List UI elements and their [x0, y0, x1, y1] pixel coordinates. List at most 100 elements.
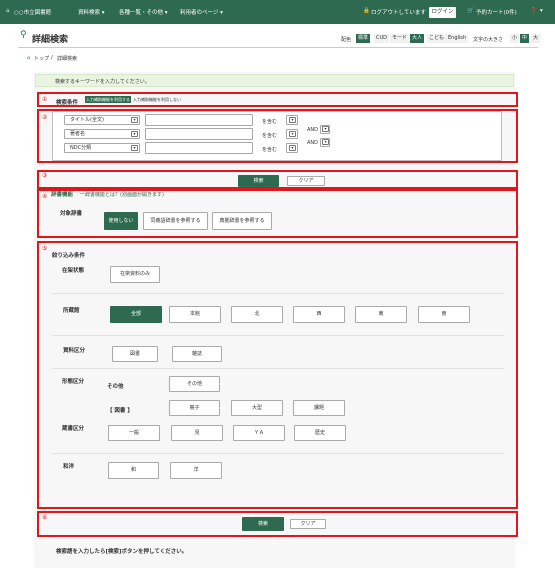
dictionary-help-link[interactable]: 一辞書機能とは？(別画面が開きます): [80, 191, 164, 198]
clear-button[interactable]: クリア: [287, 176, 325, 186]
form-label: 形態区分: [62, 379, 85, 385]
location-north-button[interactable]: 北: [231, 306, 283, 323]
dictionary-none-button[interactable]: 使用しない: [104, 212, 138, 230]
dictionary-target-label: 対象辞書: [60, 211, 83, 217]
match-label-2: を含む: [262, 133, 278, 139]
fontsize-large[interactable]: 大: [531, 34, 541, 43]
menu-search[interactable]: 資料検索 ▾: [78, 8, 105, 16]
divider: [52, 293, 504, 294]
login-button[interactable]: ログイン: [429, 7, 456, 18]
help-dropdown[interactable]: ▾: [540, 8, 543, 14]
field-select-3[interactable]: NDC分類 ▾: [64, 143, 140, 153]
search-condition-label: 検索条件: [56, 100, 79, 106]
keyword-input-2[interactable]: [145, 128, 253, 140]
marker-4: ④: [42, 193, 48, 200]
lang-japanese-button[interactable]: 和: [108, 462, 159, 479]
operator-label-1: AND: [307, 127, 319, 133]
form-other-button[interactable]: その他: [169, 376, 220, 392]
stock-available-button[interactable]: 在架資料のみ: [110, 266, 160, 283]
chevron-down-icon: ▾: [131, 131, 138, 137]
match-label-1: を含む: [262, 119, 278, 125]
help-icon[interactable]: ❓: [530, 8, 537, 14]
marker-2: ②: [42, 114, 48, 121]
form-booklet-button[interactable]: 冊子: [169, 400, 220, 416]
form-large-button[interactable]: 大型: [231, 400, 283, 416]
chevron-down-icon: ▾: [289, 117, 296, 123]
menu-user[interactable]: 利用者のページ ▾: [180, 8, 223, 16]
fontsize-small[interactable]: 小: [510, 34, 520, 43]
notice-text: 検索するキーワードを入力してください。: [55, 79, 150, 85]
marker-3: ③: [42, 172, 48, 179]
search-button-bottom[interactable]: 検索: [242, 517, 284, 531]
color-label: 配色: [341, 37, 352, 43]
shelf-general-button[interactable]: 一般: [108, 425, 160, 441]
breadcrumb-home[interactable]: トップ: [34, 55, 49, 62]
form-assignment-button[interactable]: 課題: [293, 400, 345, 416]
material-magazine-button[interactable]: 雑誌: [172, 346, 222, 362]
home-icon[interactable]: ⌂: [27, 55, 30, 61]
material-label: 資料区分: [63, 348, 86, 354]
location-all-button[interactable]: 全部: [110, 306, 162, 323]
shelf-children-button[interactable]: 児: [171, 425, 223, 441]
lang-english[interactable]: English: [446, 34, 469, 43]
fontsize-medium[interactable]: 中: [520, 34, 530, 43]
location-main-button[interactable]: 本館: [169, 306, 221, 323]
material-book-button[interactable]: 図書: [112, 346, 158, 362]
location-south-button[interactable]: 南: [418, 306, 470, 323]
stock-label: 在架状態: [62, 268, 85, 274]
divider: [52, 335, 504, 336]
cart-link[interactable]: 予約カート(0件): [476, 8, 517, 16]
search-icon: ⚲: [20, 30, 27, 40]
dictionary-synonym-button[interactable]: 同義語辞書を参照する: [143, 212, 208, 230]
operator-select-1[interactable]: ▾: [320, 125, 330, 134]
clear-button-bottom[interactable]: クリア: [290, 519, 326, 529]
form-other-label: その他: [107, 384, 124, 390]
match-label-3: を含む: [262, 147, 278, 153]
lang-kids[interactable]: こども: [427, 34, 447, 43]
keyword-input-1[interactable]: [145, 114, 253, 126]
color-standard[interactable]: 標準: [356, 34, 371, 43]
cart-icon[interactable]: 🛒: [467, 8, 474, 14]
lang-western-button[interactable]: 洋: [170, 462, 222, 479]
home-icon[interactable]: ⌂: [6, 8, 10, 14]
footer-note: 検索語を入力したら[検索]ボタンを押してください。: [56, 549, 188, 555]
shelf-label: 蔵書区分: [62, 426, 85, 432]
search-button[interactable]: 検索: [238, 175, 279, 187]
site-title[interactable]: ○○市立図書館: [14, 8, 51, 16]
divider: [52, 368, 504, 369]
marker-1: ①: [42, 96, 48, 103]
operator-select-2[interactable]: ▾: [320, 138, 330, 147]
breadcrumb-separator: /: [51, 55, 53, 61]
menu-lists[interactable]: 各種一覧・その他 ▾: [119, 8, 168, 16]
field-select-1[interactable]: タイトル(全文) ▾: [64, 115, 140, 125]
chevron-down-icon: ▾: [289, 145, 296, 151]
color-cud[interactable]: CUD: [374, 34, 390, 43]
marker-5: ⑤: [42, 245, 48, 252]
chevron-down-icon: ▾: [289, 131, 296, 137]
top-nav: ⌂ ○○市立図書館 資料検索 ▾ 各種一覧・その他 ▾ 利用者のページ ▾ 🔒 …: [0, 0, 555, 24]
assist-on-toggle[interactable]: 入力補助機能を利用する: [85, 96, 131, 103]
match-select-2[interactable]: ▾: [286, 129, 298, 139]
location-west-button[interactable]: 西: [293, 306, 345, 323]
keyword-input-3[interactable]: [145, 142, 253, 154]
shelf-history-button[interactable]: 歴史: [294, 425, 346, 441]
header-divider: [18, 47, 538, 48]
match-select-1[interactable]: ▾: [286, 115, 298, 125]
location-east-button[interactable]: 東: [355, 306, 407, 323]
field-select-2[interactable]: 著者名 ▾: [64, 129, 140, 139]
form-book-label: 【 図書 】: [107, 408, 133, 414]
page-title: 詳細検索: [32, 35, 69, 45]
location-label: 所蔵館: [63, 308, 80, 314]
lang-adult[interactable]: 大人: [410, 34, 425, 43]
match-select-3[interactable]: ▾: [286, 143, 298, 153]
chevron-down-icon: ▾: [131, 117, 138, 123]
color-mode[interactable]: モード: [390, 34, 410, 43]
assist-off-toggle[interactable]: 入力補助機能を利用しない: [133, 97, 181, 103]
shelf-ya-button[interactable]: ＹＡ: [233, 425, 285, 441]
marker-6: ⑥: [42, 514, 48, 521]
breadcrumb-current: 詳細検索: [57, 56, 78, 62]
chevron-down-icon: ▾: [322, 139, 329, 145]
lang-label: 和洋: [63, 464, 75, 470]
dictionary-authority-button[interactable]: 典拠辞書を参照する: [212, 212, 272, 230]
operator-label-2: AND: [307, 140, 319, 146]
